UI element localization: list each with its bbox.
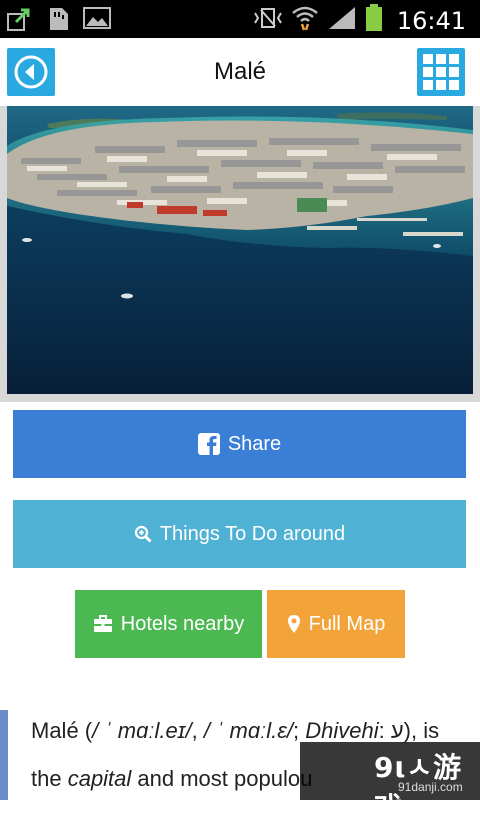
dhivehi-link[interactable]: Dhivehi — [305, 718, 378, 743]
search-plus-icon — [134, 525, 152, 543]
capital-link[interactable]: capital — [68, 766, 132, 791]
battery-icon — [365, 4, 383, 37]
briefcase-icon — [93, 615, 112, 632]
grid-menu-button[interactable] — [417, 48, 465, 96]
hotels-nearby-button[interactable]: Hotels nearby — [75, 590, 262, 658]
upload-icon — [6, 6, 34, 32]
vibrate-icon — [253, 6, 283, 35]
map-marker-icon — [287, 615, 300, 633]
status-time: 16:41 — [396, 6, 466, 35]
site-watermark: 9ιㅅ游戏 91danji.com — [300, 742, 480, 824]
city-photo — [7, 106, 473, 394]
things-to-do-button[interactable]: Things To Do around — [13, 500, 466, 568]
share-button[interactable]: Share — [13, 410, 466, 478]
back-arrow-icon — [14, 55, 48, 89]
status-bar: 16:41 — [0, 0, 480, 38]
quote-bar — [0, 710, 8, 800]
full-map-button[interactable]: Full Map — [267, 590, 405, 658]
page-title: Malé — [213, 58, 267, 85]
facebook-icon — [197, 433, 220, 455]
watermark-url: 91danji.com — [398, 780, 463, 794]
photo-frame — [0, 106, 480, 402]
image-icon — [82, 6, 112, 32]
wifi-icon — [291, 4, 319, 37]
app-header: Malé — [0, 38, 480, 106]
hotels-nearby-label: Hotels nearby — [120, 612, 245, 635]
article-line-2: the capital and most populou — [31, 766, 313, 791]
signal-icon — [327, 5, 357, 36]
things-to-do-label: Things To Do around — [159, 522, 346, 545]
full-map-label: Full Map — [308, 612, 386, 635]
share-label: Share — [227, 432, 282, 455]
back-button[interactable] — [7, 48, 55, 96]
sd-card-icon — [46, 6, 70, 32]
grid-menu-icon — [423, 54, 459, 90]
article-line-1: Malé (/ ˈ mɑːl.eɪ/, / ˈ mɑːl.ɛ/; Dhivehi… — [31, 718, 440, 743]
